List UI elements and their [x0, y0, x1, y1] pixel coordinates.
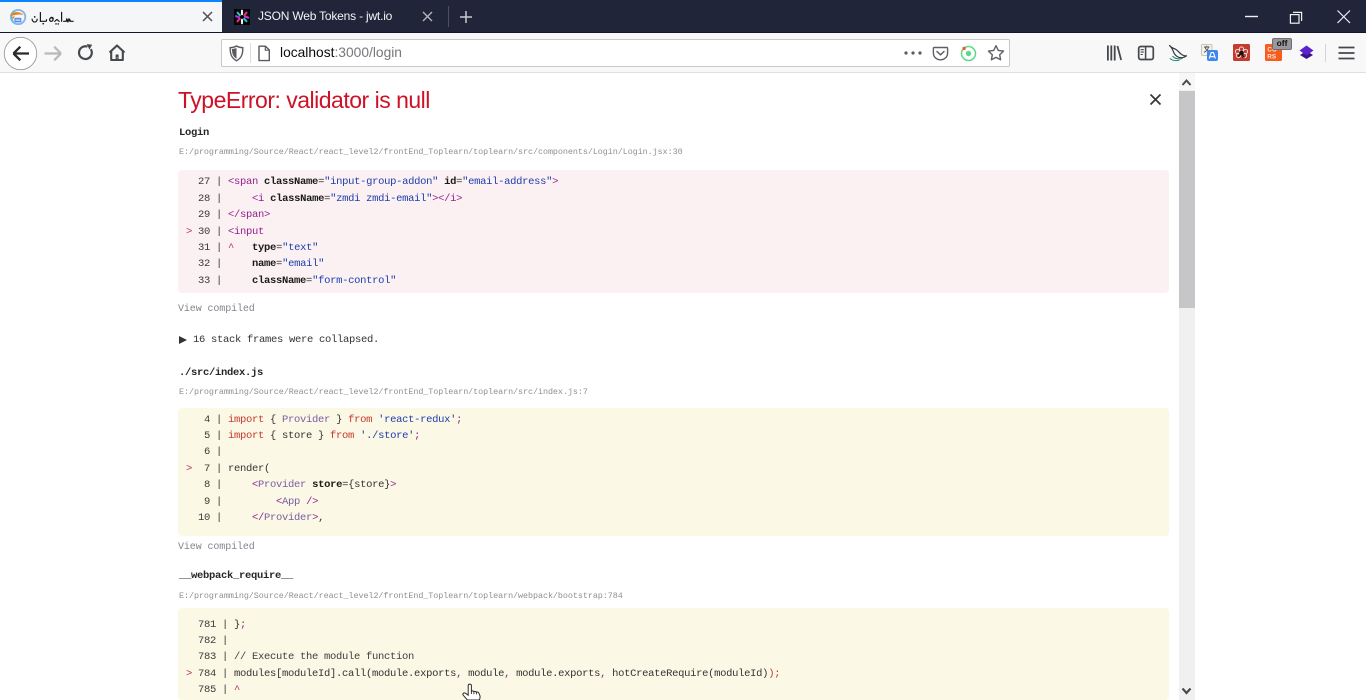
svg-text:RS: RS — [1267, 53, 1277, 60]
